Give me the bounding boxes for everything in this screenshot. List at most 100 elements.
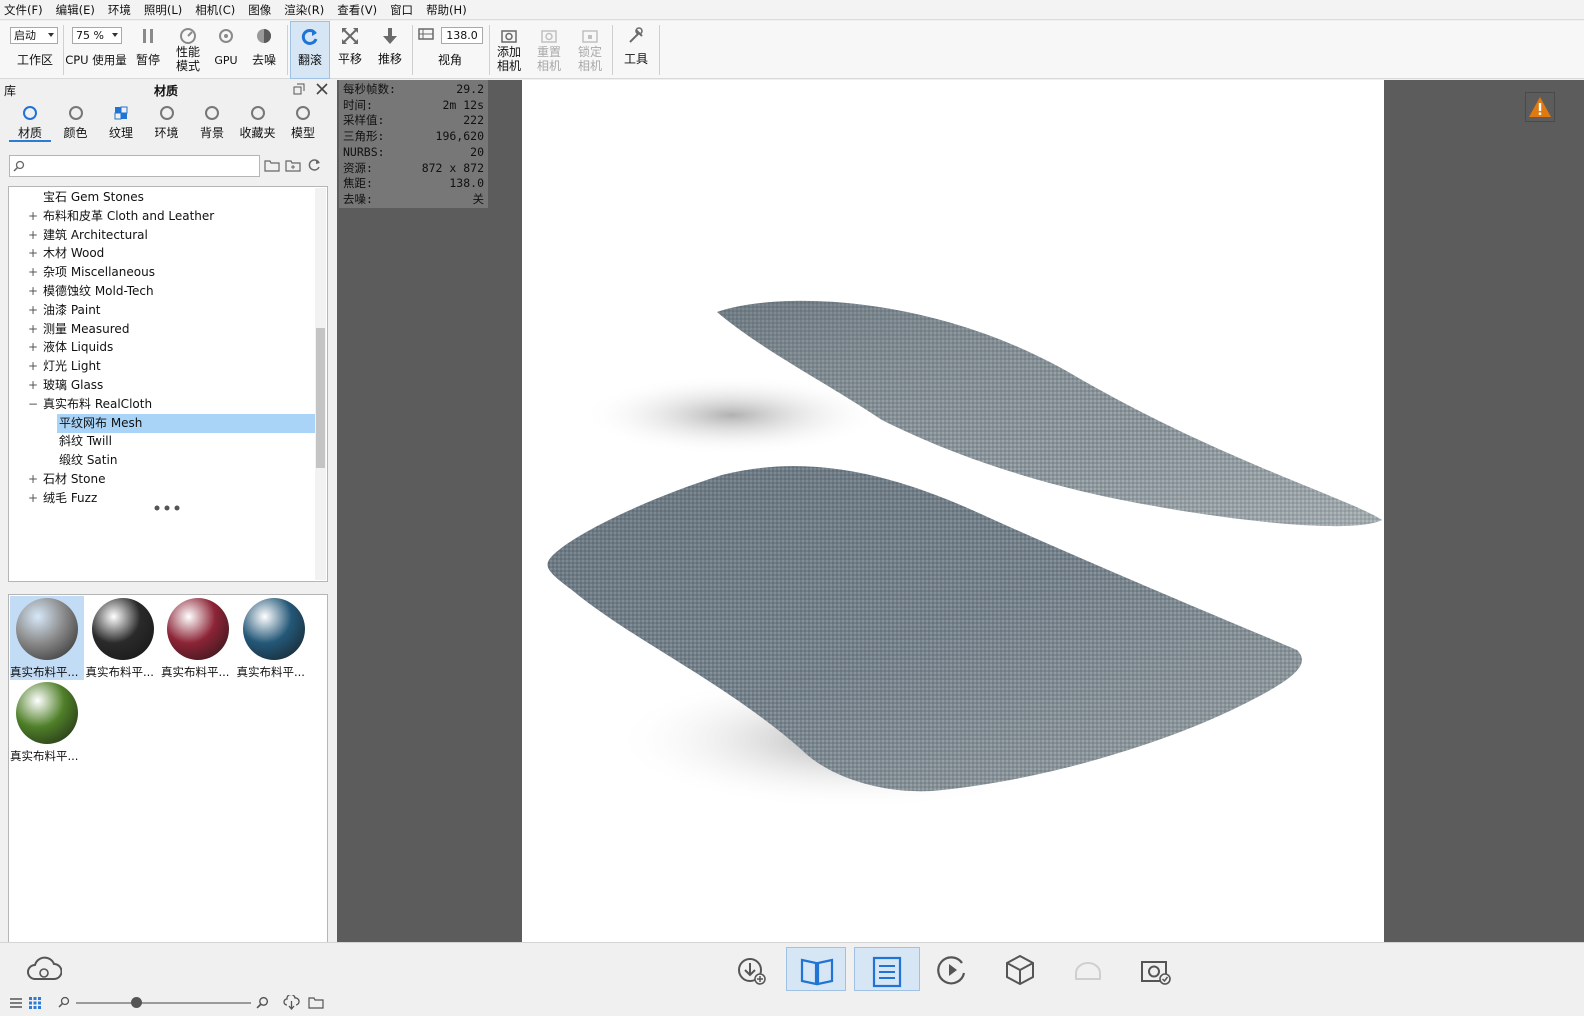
cloud-download-icon[interactable] bbox=[283, 995, 300, 1010]
tree-item[interactable]: + 液体 Liquids bbox=[9, 338, 315, 357]
reset-camera-button[interactable]: 重置 相机 bbox=[532, 21, 566, 79]
tree-item[interactable]: 宝石 Gem Stones bbox=[9, 188, 315, 207]
library-tab[interactable]: 颜色 bbox=[55, 102, 97, 142]
add-camera-label-1: 添加 bbox=[496, 45, 521, 59]
thumbnail-size-slider[interactable] bbox=[76, 1002, 251, 1004]
expand-icon[interactable]: + bbox=[28, 320, 38, 339]
turntable-button[interactable] bbox=[922, 947, 982, 991]
tumble-button[interactable]: 翻滚 bbox=[290, 21, 330, 79]
performance-mode-button[interactable]: 性能 模式 bbox=[170, 21, 206, 79]
render-stats-overlay: 每秒帧数: 29.2 时间: 2m 12s 采样值: 222 三角形: 196,620 NURB… bbox=[339, 80, 488, 208]
render-button-disabled[interactable] bbox=[1058, 947, 1118, 991]
library-panel: 库 材质 材质 颜色 纹理 环境 背景 收藏夹 模型 宝石 Gem Stones + 布料和皮革… bbox=[0, 80, 336, 1010]
menu-item[interactable]: 文件(F) bbox=[4, 2, 43, 18]
expand-icon[interactable]: + bbox=[28, 263, 38, 282]
tree-item[interactable]: 缎纹 Satin bbox=[9, 451, 315, 470]
pan-arrows-icon bbox=[342, 28, 358, 44]
tools-button[interactable]: 工具 bbox=[618, 21, 654, 79]
expand-icon[interactable]: + bbox=[28, 357, 38, 376]
dolly-button[interactable]: 推移 bbox=[372, 21, 408, 79]
menu-item[interactable]: 环境 bbox=[108, 2, 131, 18]
expand-icon[interactable]: + bbox=[28, 244, 38, 263]
tree-item[interactable]: + 布料和皮革 Cloth and Leather bbox=[9, 207, 315, 226]
tree-item[interactable]: 斜纹 Twill bbox=[9, 432, 315, 451]
tree-item[interactable]: + 建筑 Architectural bbox=[9, 226, 315, 245]
tree-item[interactable]: + 玻璃 Glass bbox=[9, 376, 315, 395]
menu-item[interactable]: 图像 bbox=[248, 2, 271, 18]
library-tab[interactable]: 纹理 bbox=[100, 102, 142, 142]
expand-icon[interactable]: + bbox=[28, 282, 38, 301]
tree-item[interactable]: − 真实布料 RealCloth bbox=[9, 395, 315, 414]
open-folder-icon[interactable] bbox=[264, 158, 280, 172]
fov-input[interactable]: 138.0 bbox=[441, 27, 483, 44]
zoom-out-icon[interactable] bbox=[58, 996, 70, 1008]
menu-item[interactable]: 渲染(R) bbox=[284, 2, 324, 18]
render-viewport[interactable]: 每秒帧数: 29.2 时间: 2m 12s 采样值: 222 三角形: 196,620 NURB… bbox=[337, 80, 1584, 942]
denoise-button[interactable]: 去噪 bbox=[246, 21, 282, 79]
project-button[interactable] bbox=[854, 947, 920, 991]
collapse-icon[interactable]: − bbox=[28, 395, 38, 414]
material-thumbnail[interactable]: 真实布料平... bbox=[161, 596, 235, 680]
list-view-icon[interactable] bbox=[9, 996, 23, 1010]
library-button[interactable] bbox=[786, 947, 846, 991]
pause-button[interactable]: 暂停 bbox=[131, 21, 165, 79]
material-thumbnail[interactable]: 真实布料平... bbox=[86, 596, 160, 680]
zoom-in-icon[interactable] bbox=[256, 996, 269, 1009]
keyshotxr-button[interactable] bbox=[990, 947, 1050, 991]
start-combo[interactable]: 启动 bbox=[10, 27, 58, 44]
tree-item[interactable]: 平纹网布 Mesh bbox=[57, 413, 315, 433]
library-tab[interactable]: 背景 bbox=[191, 102, 233, 142]
gpu-button[interactable]: GPU bbox=[210, 21, 242, 79]
menu-item[interactable]: 查看(V) bbox=[337, 2, 377, 18]
menu-item[interactable]: 窗口 bbox=[390, 2, 413, 18]
menu-item[interactable]: 编辑(E) bbox=[56, 2, 95, 18]
add-camera-button[interactable]: 添加 相机 bbox=[492, 21, 526, 79]
tree-item[interactable]: + 油漆 Paint bbox=[9, 301, 315, 320]
library-tab[interactable]: 模型 bbox=[282, 102, 324, 142]
workspace-label: 工作区 bbox=[16, 53, 53, 67]
tree-item[interactable]: + 灯光 Light bbox=[9, 357, 315, 376]
expand-icon[interactable]: + bbox=[28, 489, 38, 508]
refresh-icon[interactable] bbox=[307, 158, 321, 172]
grid-view-icon[interactable] bbox=[28, 996, 42, 1010]
warning-button[interactable] bbox=[1525, 92, 1555, 122]
expand-icon[interactable]: + bbox=[28, 301, 38, 320]
stat-value: 196,620 bbox=[435, 129, 484, 144]
material-preview-ball bbox=[16, 682, 78, 744]
tree-scrollbar[interactable] bbox=[315, 188, 326, 580]
material-thumbnail[interactable]: 真实布料平... bbox=[10, 596, 84, 680]
material-thumbnail-caption: 真实布料平... bbox=[85, 665, 154, 679]
menu-item[interactable]: 帮助(H) bbox=[426, 2, 467, 18]
expand-icon[interactable]: + bbox=[28, 376, 38, 395]
zoom-combo[interactable]: 75 % bbox=[72, 27, 122, 44]
import-button[interactable] bbox=[722, 947, 782, 991]
expand-icon[interactable]: + bbox=[28, 207, 38, 226]
expand-icon[interactable]: + bbox=[28, 226, 38, 245]
menu-item[interactable]: 照明(L) bbox=[144, 2, 182, 18]
tree-item[interactable]: + 木材 Wood bbox=[9, 244, 315, 263]
tree-item[interactable]: + 测量 Measured bbox=[9, 320, 315, 339]
pan-button[interactable]: 平移 bbox=[334, 21, 366, 79]
expand-icon[interactable]: + bbox=[28, 470, 38, 489]
tree-item[interactable]: + 杂项 Miscellaneous bbox=[9, 263, 315, 282]
expand-icon[interactable]: + bbox=[28, 338, 38, 357]
material-thumbnail[interactable]: 真实布料平... bbox=[10, 680, 84, 764]
library-tab[interactable]: 收藏夹 bbox=[237, 102, 279, 142]
undock-icon[interactable] bbox=[293, 83, 305, 95]
screenshot-button[interactable] bbox=[1126, 947, 1186, 991]
menu-item[interactable]: 相机(C) bbox=[195, 2, 235, 18]
tree-scrollbar-thumb[interactable] bbox=[316, 328, 325, 468]
library-tab[interactable]: 环境 bbox=[146, 102, 188, 142]
splitter-handle[interactable] bbox=[152, 504, 182, 512]
folder-settings-icon[interactable] bbox=[308, 995, 325, 1010]
cloud-icon[interactable] bbox=[26, 953, 62, 985]
material-thumbnail[interactable]: 真实布料平... bbox=[237, 596, 311, 680]
tree-item[interactable]: + 石材 Stone bbox=[9, 470, 315, 489]
tree-item[interactable]: + 模德蚀纹 Mold-Tech bbox=[9, 282, 315, 301]
folder-add-icon[interactable] bbox=[285, 158, 301, 172]
lock-camera-button[interactable]: 锁定 相机 bbox=[573, 21, 607, 79]
library-tab[interactable]: 材质 bbox=[9, 102, 51, 142]
thumbnail-size-slider-knob[interactable] bbox=[131, 997, 142, 1008]
search-input[interactable] bbox=[9, 155, 260, 177]
close-icon[interactable] bbox=[316, 83, 328, 95]
